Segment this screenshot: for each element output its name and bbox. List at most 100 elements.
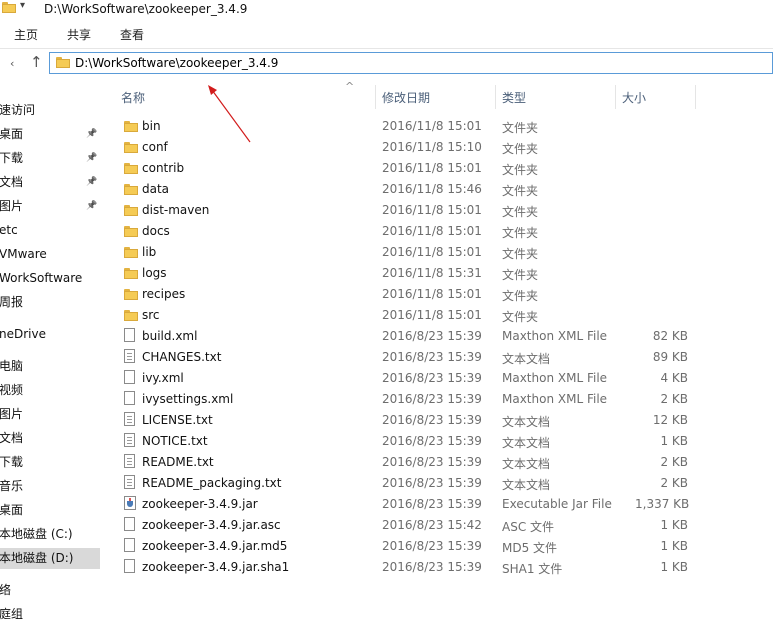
sidebar-item-label: 速访问 [0,103,36,117]
sidebar-item[interactable]: 庭组 [0,604,100,625]
sidebar-item-label: VMware [0,247,47,261]
sidebar-item[interactable]: WorkSoftware [0,268,100,289]
file-row[interactable]: data 2016/11/8 15:46 文件夹 [105,179,695,200]
file-modified: 2016/11/8 15:10 [382,140,482,154]
file-row[interactable]: LICENSE.txt 2016/8/23 15:39 文本文档 12 KB [105,410,695,431]
pin-icon[interactable]: 📌 [86,148,97,169]
file-type: Maxthon XML File [502,392,608,406]
file-type: 文本文档 [502,352,551,366]
file-row[interactable]: zookeeper-3.4.9.jar 2016/8/23 15:39 Execut… [105,494,695,515]
sidebar-item[interactable]: 音乐 [0,476,100,497]
file-row[interactable]: contrib 2016/11/8 15:01 文件夹 [105,158,695,179]
sidebar-item-label: 庭组 [0,607,24,621]
file-type: 文件夹 [502,205,539,219]
tab-view[interactable]: 查看 [120,26,144,43]
sidebar-item[interactable]: 本地磁盘 (D:) [0,548,100,569]
up-arrow-icon[interactable]: ↑ [30,53,43,71]
xml-file-icon [124,370,135,384]
sidebar-item-label: 下载 [0,455,24,469]
folder-icon [124,247,138,258]
file-row[interactable]: zookeeper-3.4.9.jar.md5 2016/8/23 15:39 MD… [105,536,695,557]
sidebar-item[interactable]: 周报 [0,292,100,313]
tab-share[interactable]: 共享 [67,26,91,43]
file-type: 文件夹 [502,247,539,261]
file-name: zookeeper-3.4.9.jar.md5 [142,539,288,553]
file-modified: 2016/11/8 15:01 [382,224,482,238]
pin-icon[interactable]: 📌 [86,196,97,217]
address-path[interactable]: D:\WorkSoftware\zookeeper_3.4.9 [75,56,278,70]
sidebar-item[interactable]: 下载 📌 [0,148,100,169]
sidebar-item[interactable]: 图片 📌 [0,196,100,217]
file-row[interactable]: README.txt 2016/8/23 15:39 文本文档 2 KB [105,452,695,473]
file-size: 2 KB [660,455,688,469]
sidebar-item[interactable]: 文档 [0,428,100,449]
column-type[interactable]: 类型 [502,89,526,106]
ribbon: 主页 共享 查看 [0,20,773,49]
folder-icon [124,121,138,132]
tab-home[interactable]: 主页 [14,26,38,43]
sidebar-item[interactable]: 电脑 [0,356,100,377]
pin-icon[interactable]: 📌 [86,172,97,193]
file-row[interactable]: dist-maven 2016/11/8 15:01 文件夹 [105,200,695,221]
sidebar-item[interactable]: neDrive [0,324,100,345]
file-row[interactable]: logs 2016/11/8 15:31 文件夹 [105,263,695,284]
file-size: 4 KB [660,371,688,385]
column-divider[interactable] [495,85,496,109]
file-row[interactable]: recipes 2016/11/8 15:01 文件夹 [105,284,695,305]
sidebar-item-label: 视频 [0,383,24,397]
file-row[interactable]: zookeeper-3.4.9.jar.sha1 2016/8/23 15:39 S… [105,557,695,578]
sidebar-item[interactable]: etc [0,220,100,241]
sidebar-item[interactable]: 桌面 📌 [0,124,100,145]
sidebar-item[interactable]: VMware [0,244,100,265]
file-row[interactable]: src 2016/11/8 15:01 文件夹 [105,305,695,326]
file-row[interactable]: ivysettings.xml 2016/8/23 15:39 Maxthon XM… [105,389,695,410]
file-row[interactable]: NOTICE.txt 2016/8/23 15:39 文本文档 1 KB [105,431,695,452]
file-modified: 2016/8/23 15:39 [382,350,482,364]
file-row[interactable]: ivy.xml 2016/8/23 15:39 Maxthon XML File 4 … [105,368,695,389]
recent-locations-icon[interactable]: ‹ [10,57,14,70]
file-modified: 2016/8/23 15:39 [382,539,482,553]
file-row[interactable]: build.xml 2016/8/23 15:39 Maxthon XML File… [105,326,695,347]
sidebar-item[interactable]: 视频 [0,380,100,401]
column-divider[interactable] [615,85,616,109]
quick-access-dropdown-icon[interactable]: ▾ [20,0,25,11]
folder-icon [56,57,70,68]
file-row[interactable]: conf 2016/11/8 15:10 文件夹 [105,137,695,158]
file-type: 文件夹 [502,310,539,324]
file-row[interactable]: README_packaging.txt 2016/8/23 15:39 文本文档 2… [105,473,695,494]
column-modified[interactable]: 修改日期 [382,89,430,106]
column-size[interactable]: 大小 [622,89,646,106]
sidebar-item[interactable]: 下载 [0,452,100,473]
file-row[interactable]: zookeeper-3.4.9.jar.asc 2016/8/23 15:42 AS… [105,515,695,536]
file-row[interactable]: bin 2016/11/8 15:01 文件夹 [105,116,695,137]
pin-icon[interactable]: 📌 [86,124,97,145]
column-divider[interactable] [695,85,696,109]
sidebar-item-label: 桌面 [0,503,24,517]
file-modified: 2016/11/8 15:01 [382,287,482,301]
file-name: zookeeper-3.4.9.jar [142,497,258,511]
file-size: 12 KB [652,413,688,427]
file-row[interactable]: docs 2016/11/8 15:01 文件夹 [105,221,695,242]
sidebar-item[interactable]: 桌面 [0,500,100,521]
column-divider[interactable] [375,85,376,109]
sidebar-item-label: 电脑 [0,359,24,373]
xml-file-icon [124,328,135,342]
file-row[interactable]: lib 2016/11/8 15:01 文件夹 [105,242,695,263]
address-bar[interactable]: D:\WorkSoftware\zookeeper_3.4.9 [49,52,773,74]
sidebar-item[interactable]: 本地磁盘 (C:) [0,524,100,545]
file-type: ASC 文件 [502,520,555,534]
sort-ascending-icon: ^ [345,80,355,93]
file-modified: 2016/8/23 15:39 [382,455,482,469]
file-name: data [142,182,170,196]
sidebar-item[interactable]: 文档 📌 [0,172,100,193]
file-modified: 2016/8/23 15:42 [382,518,482,532]
sidebar-item[interactable]: 图片 [0,404,100,425]
folder-icon [124,142,138,153]
sidebar-item-label: 文档 [0,175,24,189]
column-name[interactable]: 名称 [121,89,145,106]
sidebar-item-label: 图片 [0,199,24,213]
file-modified: 2016/11/8 15:31 [382,266,482,280]
sidebar-item[interactable]: 络 [0,580,100,601]
file-row[interactable]: CHANGES.txt 2016/8/23 15:39 文本文档 89 KB [105,347,695,368]
sidebar-item[interactable]: 速访问 [0,100,100,121]
